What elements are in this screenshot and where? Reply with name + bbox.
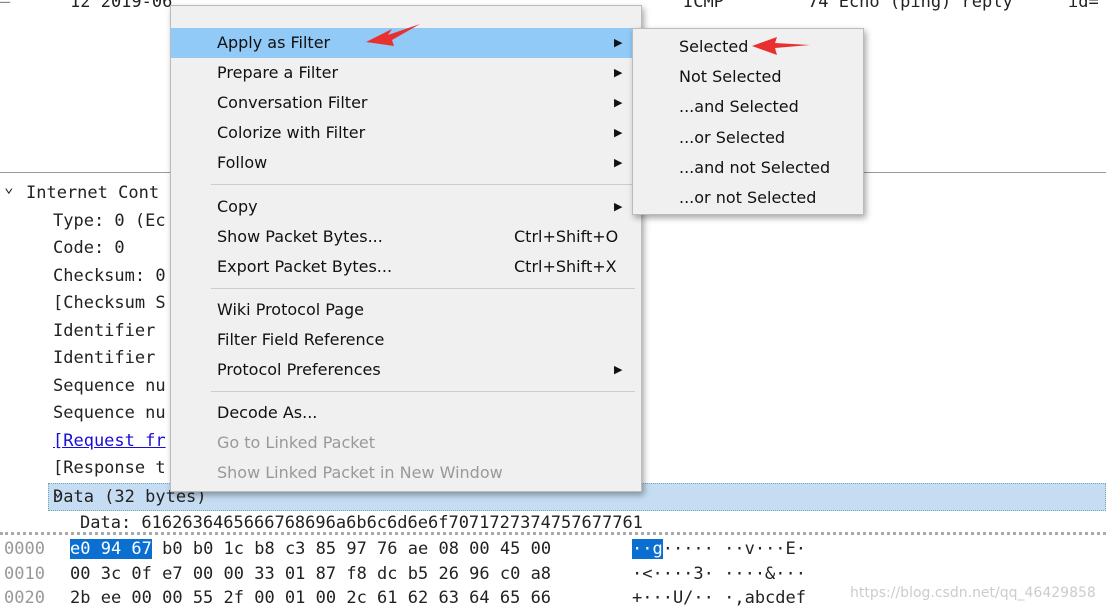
annotation-arrows [366,24,810,55]
arrow-annotation-icon [752,37,810,55]
arrow-annotation-icon [366,24,420,46]
watermark: https://blog.csdn.net/qq_46429858 [850,585,1096,601]
